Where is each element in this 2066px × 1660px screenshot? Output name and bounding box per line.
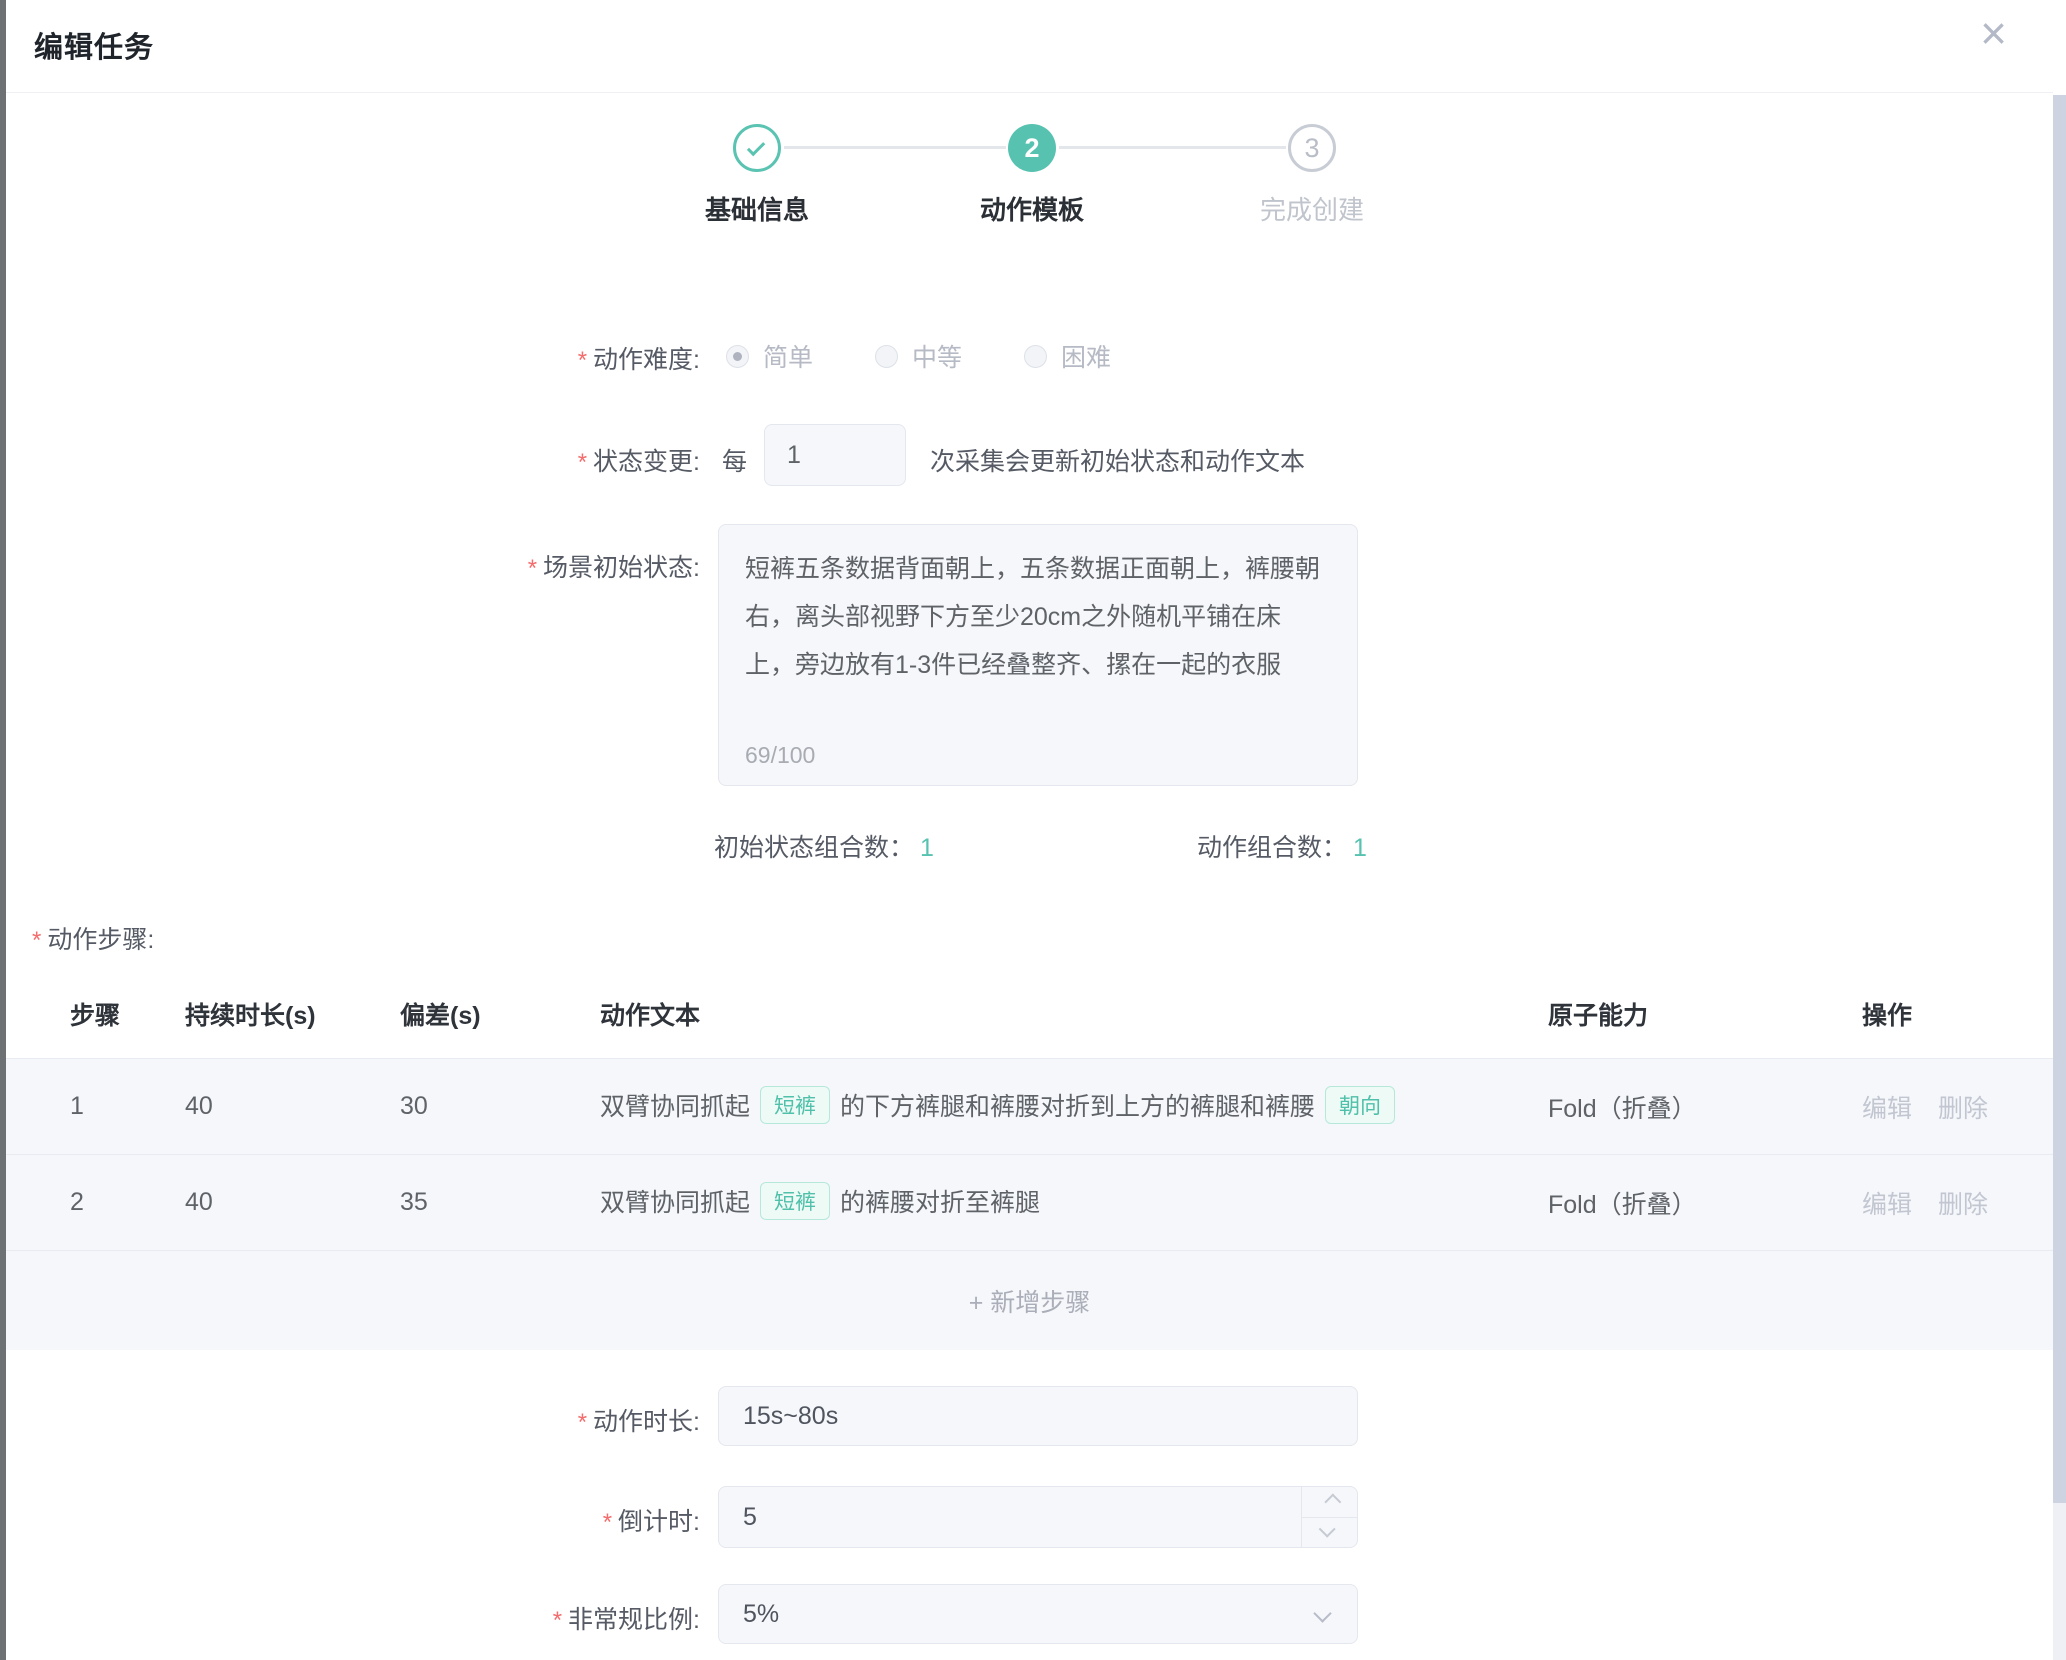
- decrease-button[interactable]: [1302, 1518, 1357, 1548]
- table-row: 1 40 30 双臂协同抓起短裤的下方裤腿和裤腰对折到上方的裤腿和裤腰朝向 Fo…: [6, 1058, 2053, 1154]
- state-change-label: *状态变更:: [0, 442, 700, 478]
- step-2-label: 动作模板: [902, 190, 1162, 227]
- action-duration-value: 15s~80s: [743, 1387, 838, 1445]
- scrollbar[interactable]: [2053, 95, 2066, 1660]
- countdown-value: 5: [743, 1487, 757, 1547]
- col-header-step: 步骤: [70, 996, 185, 1032]
- cell-duration: 40: [185, 1092, 400, 1121]
- number-spinner: [1301, 1487, 1357, 1547]
- step-3-number: 3: [1304, 133, 1319, 164]
- initial-combos-label: 初始状态组合数：: [714, 834, 914, 862]
- dialog-header: 编辑任务 ×: [6, 0, 2053, 93]
- step-3-indicator: 3: [1288, 124, 1336, 172]
- col-header-offset: 偏差(s): [400, 996, 600, 1032]
- cell-operations: 编辑 删除: [1862, 1089, 2053, 1125]
- cell-duration: 40: [185, 1188, 400, 1217]
- state-change-input[interactable]: [764, 424, 906, 486]
- radio-label: 困难: [1061, 338, 1111, 374]
- delete-link[interactable]: 删除: [1938, 1185, 1988, 1221]
- action-steps-table: 步骤 持续时长(s) 偏差(s) 动作文本 原子能力 操作 1 40 30 双臂…: [6, 970, 2053, 1350]
- action-combos: 动作组合数：1: [1197, 828, 1367, 864]
- step-2-indicator: 2: [1008, 124, 1056, 172]
- action-combos-value: 1: [1353, 834, 1367, 862]
- add-step-button[interactable]: + 新增步骤: [6, 1250, 2053, 1350]
- delete-link[interactable]: 删除: [1938, 1089, 1988, 1125]
- initial-state-label: *场景初始状态:: [0, 548, 700, 584]
- radio-label: 简单: [763, 338, 813, 374]
- page-title: 编辑任务: [34, 24, 154, 66]
- countdown-label: *倒计时:: [0, 1502, 700, 1538]
- radio-option-medium[interactable]: 中等: [875, 338, 962, 374]
- cell-step: 1: [70, 1092, 185, 1121]
- scrollbar-thumb[interactable]: [2053, 95, 2066, 1503]
- col-header-duration: 持续时长(s): [185, 996, 400, 1032]
- scene-initial-state-textarea[interactable]: 短裤五条数据背面朝上，五条数据正面朝上，裤腰朝右，离头部视野下方至少20cm之外…: [718, 524, 1358, 786]
- char-counter: 69/100: [745, 742, 815, 769]
- required-asterisk: *: [553, 1607, 562, 1634]
- cell-ability: Fold（折叠）: [1548, 1089, 1862, 1125]
- edit-link[interactable]: 编辑: [1862, 1089, 1912, 1125]
- cell-operations: 编辑 删除: [1862, 1185, 2053, 1221]
- countdown-input[interactable]: 5: [718, 1486, 1358, 1548]
- state-change-suffix: 次采集会更新初始状态和动作文本: [930, 442, 1305, 478]
- unusual-ratio-label: *非常规比例:: [0, 1600, 700, 1636]
- initial-combos-value: 1: [920, 834, 934, 862]
- radio-unselected-icon: [875, 345, 898, 368]
- chevron-down-icon: [1318, 1521, 1335, 1538]
- col-header-operations: 操作: [1862, 996, 2053, 1032]
- required-asterisk: *: [603, 1509, 612, 1536]
- unusual-ratio-value: 5%: [743, 1585, 779, 1643]
- initial-combos: 初始状态组合数：1: [714, 828, 934, 864]
- required-asterisk: *: [32, 927, 41, 954]
- step-connector-2: [1059, 146, 1286, 149]
- cell-offset: 30: [400, 1092, 600, 1121]
- increase-button[interactable]: [1302, 1487, 1357, 1518]
- unusual-ratio-select[interactable]: 5%: [718, 1584, 1358, 1644]
- required-asterisk: *: [578, 1409, 587, 1436]
- cell-ability: Fold（折叠）: [1548, 1185, 1862, 1221]
- step-1-indicator: [733, 124, 781, 172]
- step-2-number: 2: [1024, 133, 1039, 164]
- state-change-prefix: 每: [722, 442, 747, 478]
- difficulty-label: *动作难度:: [0, 340, 700, 376]
- col-header-action-text: 动作文本: [600, 996, 1548, 1032]
- table-row: 2 40 35 双臂协同抓起短裤的裤腰对折至裤腿 Fold（折叠） 编辑 删除: [6, 1154, 2053, 1250]
- col-header-ability: 原子能力: [1548, 996, 1862, 1032]
- step-3-label: 完成创建: [1182, 190, 1442, 227]
- check-icon: [746, 137, 764, 155]
- close-icon[interactable]: ×: [1980, 10, 2007, 56]
- action-duration-label: *动作时长:: [0, 1402, 700, 1438]
- radio-option-easy[interactable]: 简单: [726, 338, 813, 374]
- action-combos-label: 动作组合数：: [1197, 834, 1347, 862]
- chevron-down-icon: [1313, 1604, 1331, 1622]
- cell-action-text: 双臂协同抓起短裤的裤腰对折至裤腿: [600, 1183, 1548, 1222]
- required-asterisk: *: [578, 347, 587, 374]
- action-steps-label: *动作步骤:: [32, 920, 154, 956]
- required-asterisk: *: [578, 449, 587, 476]
- radio-option-hard[interactable]: 困难: [1024, 338, 1111, 374]
- edit-link[interactable]: 编辑: [1862, 1185, 1912, 1221]
- textarea-value: 短裤五条数据背面朝上，五条数据正面朝上，裤腰朝右，离头部视野下方至少20cm之外…: [745, 545, 1331, 689]
- object-tag: 短裤: [760, 1086, 830, 1124]
- required-asterisk: *: [528, 555, 537, 582]
- table-header-row: 步骤 持续时长(s) 偏差(s) 动作文本 原子能力 操作: [6, 970, 2053, 1058]
- cell-offset: 35: [400, 1188, 600, 1217]
- action-duration-input[interactable]: 15s~80s: [718, 1386, 1358, 1446]
- chevron-up-icon: [1324, 1493, 1341, 1510]
- step-connector-1: [784, 146, 1006, 149]
- radio-label: 中等: [912, 338, 962, 374]
- cell-step: 2: [70, 1188, 185, 1217]
- orientation-tag: 朝向: [1325, 1086, 1395, 1124]
- radio-selected-icon: [726, 345, 749, 368]
- step-1-label: 基础信息: [627, 190, 887, 227]
- difficulty-radio-group: 简单 中等 困难: [726, 338, 1111, 374]
- cell-action-text: 双臂协同抓起短裤的下方裤腿和裤腰对折到上方的裤腿和裤腰朝向: [600, 1087, 1548, 1126]
- object-tag: 短裤: [760, 1182, 830, 1220]
- radio-unselected-icon: [1024, 345, 1047, 368]
